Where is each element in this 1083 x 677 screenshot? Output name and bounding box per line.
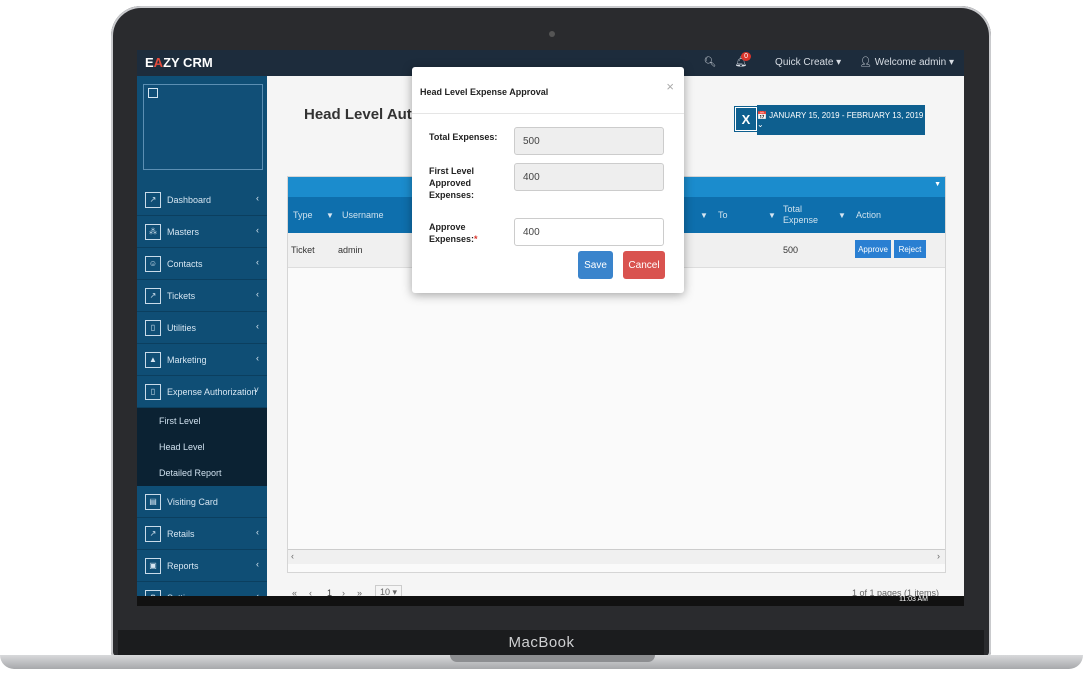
- sidebar-item-label: Tickets: [167, 290, 196, 301]
- cell-username: admin: [338, 245, 363, 255]
- sidebar-subitem-first-level[interactable]: First Level: [137, 408, 267, 434]
- reject-button[interactable]: Reject: [894, 240, 926, 258]
- modal-title: Head Level Expense Approval: [420, 87, 549, 97]
- user-icon: 👤︎: [859, 57, 872, 68]
- sidebar-subitem-detailed-report[interactable]: Detailed Report: [137, 460, 267, 486]
- network-icon: ⁂: [145, 223, 161, 240]
- sidebar-item-utilities[interactable]: ▯ Utilities ‹: [137, 312, 267, 344]
- first-level-approved-label: First Level Approved Expenses:: [429, 166, 475, 200]
- cell-type: Ticket: [291, 245, 315, 255]
- sidebar-menu: ↗ Dashboard ‹ ⁂ Masters ‹ ☺ Contacts ‹ ↗ Ticket…: [137, 184, 267, 606]
- sidebar-item-label: Visiting Card: [167, 496, 218, 507]
- sidebar-item-marketing[interactable]: ▲ Marketing ‹: [137, 344, 267, 376]
- column-header-total-expense[interactable]: Total Expense: [783, 197, 828, 233]
- column-header-username[interactable]: Username: [342, 197, 384, 233]
- sidebar-item-dashboard[interactable]: ↗ Dashboard ‹: [137, 184, 267, 216]
- chevron-left-icon: ‹: [256, 225, 259, 235]
- chevron-down-icon: ˅: [253, 385, 259, 395]
- notification-badge: 0: [741, 52, 752, 61]
- chart-icon: ↗: [145, 191, 161, 208]
- caret-down-icon[interactable]: ▼: [934, 181, 941, 188]
- column-header-action: Action: [856, 210, 882, 220]
- cell-total-expense: 500: [783, 245, 799, 255]
- total-expenses-label: Total Expenses:: [429, 132, 498, 142]
- chart-icon: ↗: [145, 287, 161, 304]
- search-icon[interactable]: 🔍︎: [704, 57, 717, 68]
- report-icon: ▣: [145, 557, 161, 574]
- filter-icon[interactable]: ▼: [326, 211, 334, 220]
- laptop-base-notch: [450, 655, 655, 662]
- excel-export-button[interactable]: X: [734, 106, 758, 132]
- user-menu[interactable]: 👤︎ Welcome admin ▾: [859, 57, 954, 68]
- sidebar-item-reports[interactable]: ▣ Reports ‹: [137, 550, 267, 582]
- document-icon: ▯: [145, 383, 161, 400]
- sidebar-item-label: Masters: [167, 226, 200, 237]
- approve-expenses-input[interactable]: 400: [514, 218, 664, 246]
- cancel-button[interactable]: Cancel: [623, 251, 665, 279]
- contacts-icon: ☺: [145, 255, 161, 272]
- sidebar-item-masters[interactable]: ⁂ Masters ‹: [137, 216, 267, 248]
- expense-approval-modal: Head Level Expense Approval × Total Expe…: [412, 67, 684, 293]
- close-icon[interactable]: ×: [666, 79, 674, 94]
- chevron-left-icon: ‹: [256, 257, 259, 267]
- required-marker: *: [474, 234, 478, 244]
- sidebar-item-contacts[interactable]: ☺ Contacts ‹: [137, 248, 267, 280]
- approve-expenses-label: Approve Expenses:*: [429, 221, 499, 245]
- sidebar: ↗ Dashboard ‹ ⁂ Masters ‹ ☺ Contacts ‹ ↗ Ticket…: [137, 76, 267, 606]
- filter-icon[interactable]: ▼: [768, 211, 776, 220]
- column-header-type[interactable]: Type: [293, 197, 313, 233]
- sidebar-item-expense-authorization[interactable]: ▯ Expense Authorization ˅: [137, 376, 267, 408]
- modal-header: Head Level Expense Approval ×: [412, 67, 684, 114]
- column-header-to[interactable]: To: [718, 197, 728, 233]
- card-icon: ▤: [145, 493, 161, 510]
- chart-icon: ↗: [145, 525, 161, 542]
- sidebar-item-label: Utilities: [167, 322, 197, 333]
- approve-expenses-label-text: Approve Expenses:: [429, 222, 475, 244]
- chevron-left-icon: ‹: [256, 527, 259, 537]
- document-icon: ▯: [145, 319, 161, 336]
- top-right-controls: 🔍︎ 🔔︎0 Quick Create ▾ 👤︎ Welcome admin ▾: [704, 52, 954, 68]
- sidebar-item-label: Contacts: [167, 258, 203, 269]
- chevron-left-icon: ‹: [256, 353, 259, 363]
- save-button[interactable]: Save: [578, 251, 613, 279]
- logo-suffix: ZY CRM: [163, 55, 213, 70]
- sidebar-item-label: Retails: [167, 528, 195, 539]
- sidebar-item-label: Reports: [167, 560, 199, 571]
- growth-icon: ▲: [145, 351, 161, 368]
- device-brand-label: MacBook: [508, 634, 575, 651]
- sidebar-item-label: Dashboard: [167, 194, 212, 205]
- chevron-left-icon: ‹: [256, 289, 259, 299]
- sidebar-subitem-head-level[interactable]: Head Level: [137, 434, 267, 460]
- chevron-left-icon: ‹: [256, 321, 259, 331]
- logo-prefix: E: [145, 55, 154, 70]
- quick-create-menu[interactable]: Quick Create ▾: [775, 57, 841, 68]
- app-logo[interactable]: EAZY CRM: [145, 55, 213, 70]
- welcome-label: Welcome admin ▾: [874, 57, 954, 68]
- sidebar-item-retails[interactable]: ↗ Retails ‹: [137, 518, 267, 550]
- horizontal-scrollbar[interactable]: ‹ ›: [288, 549, 945, 564]
- filter-icon[interactable]: ▼: [700, 211, 708, 220]
- profile-checkbox[interactable]: [148, 88, 158, 98]
- chevron-left-icon: ‹: [256, 193, 259, 203]
- profile-box: [143, 84, 263, 170]
- date-range-button[interactable]: 📅 JANUARY 15, 2019 - FEBRUARY 13, 2019 ⌄: [757, 105, 925, 135]
- sidebar-item-label: Expense Authorization: [167, 386, 257, 397]
- sidebar-item-visiting-card[interactable]: ▤ Visiting Card: [137, 486, 267, 518]
- scroll-right-icon[interactable]: ›: [937, 551, 940, 561]
- total-expenses-field: 500: [514, 127, 664, 155]
- logo-accent: A: [153, 55, 164, 70]
- sidebar-item-label: Marketing: [167, 354, 207, 365]
- bell-icon[interactable]: 🔔︎0: [734, 52, 757, 68]
- chevron-left-icon: ‹: [256, 559, 259, 569]
- approve-button[interactable]: Approve: [855, 240, 891, 258]
- filter-icon[interactable]: ▼: [838, 211, 846, 220]
- scroll-left-icon[interactable]: ‹: [291, 551, 294, 561]
- taskbar: 11:03 AM: [137, 596, 964, 606]
- taskbar-clock: 11:03 AM: [898, 596, 928, 603]
- camera: [549, 31, 555, 37]
- sidebar-item-tickets[interactable]: ↗ Tickets ‹: [137, 280, 267, 312]
- first-level-approved-field: 400: [514, 163, 664, 191]
